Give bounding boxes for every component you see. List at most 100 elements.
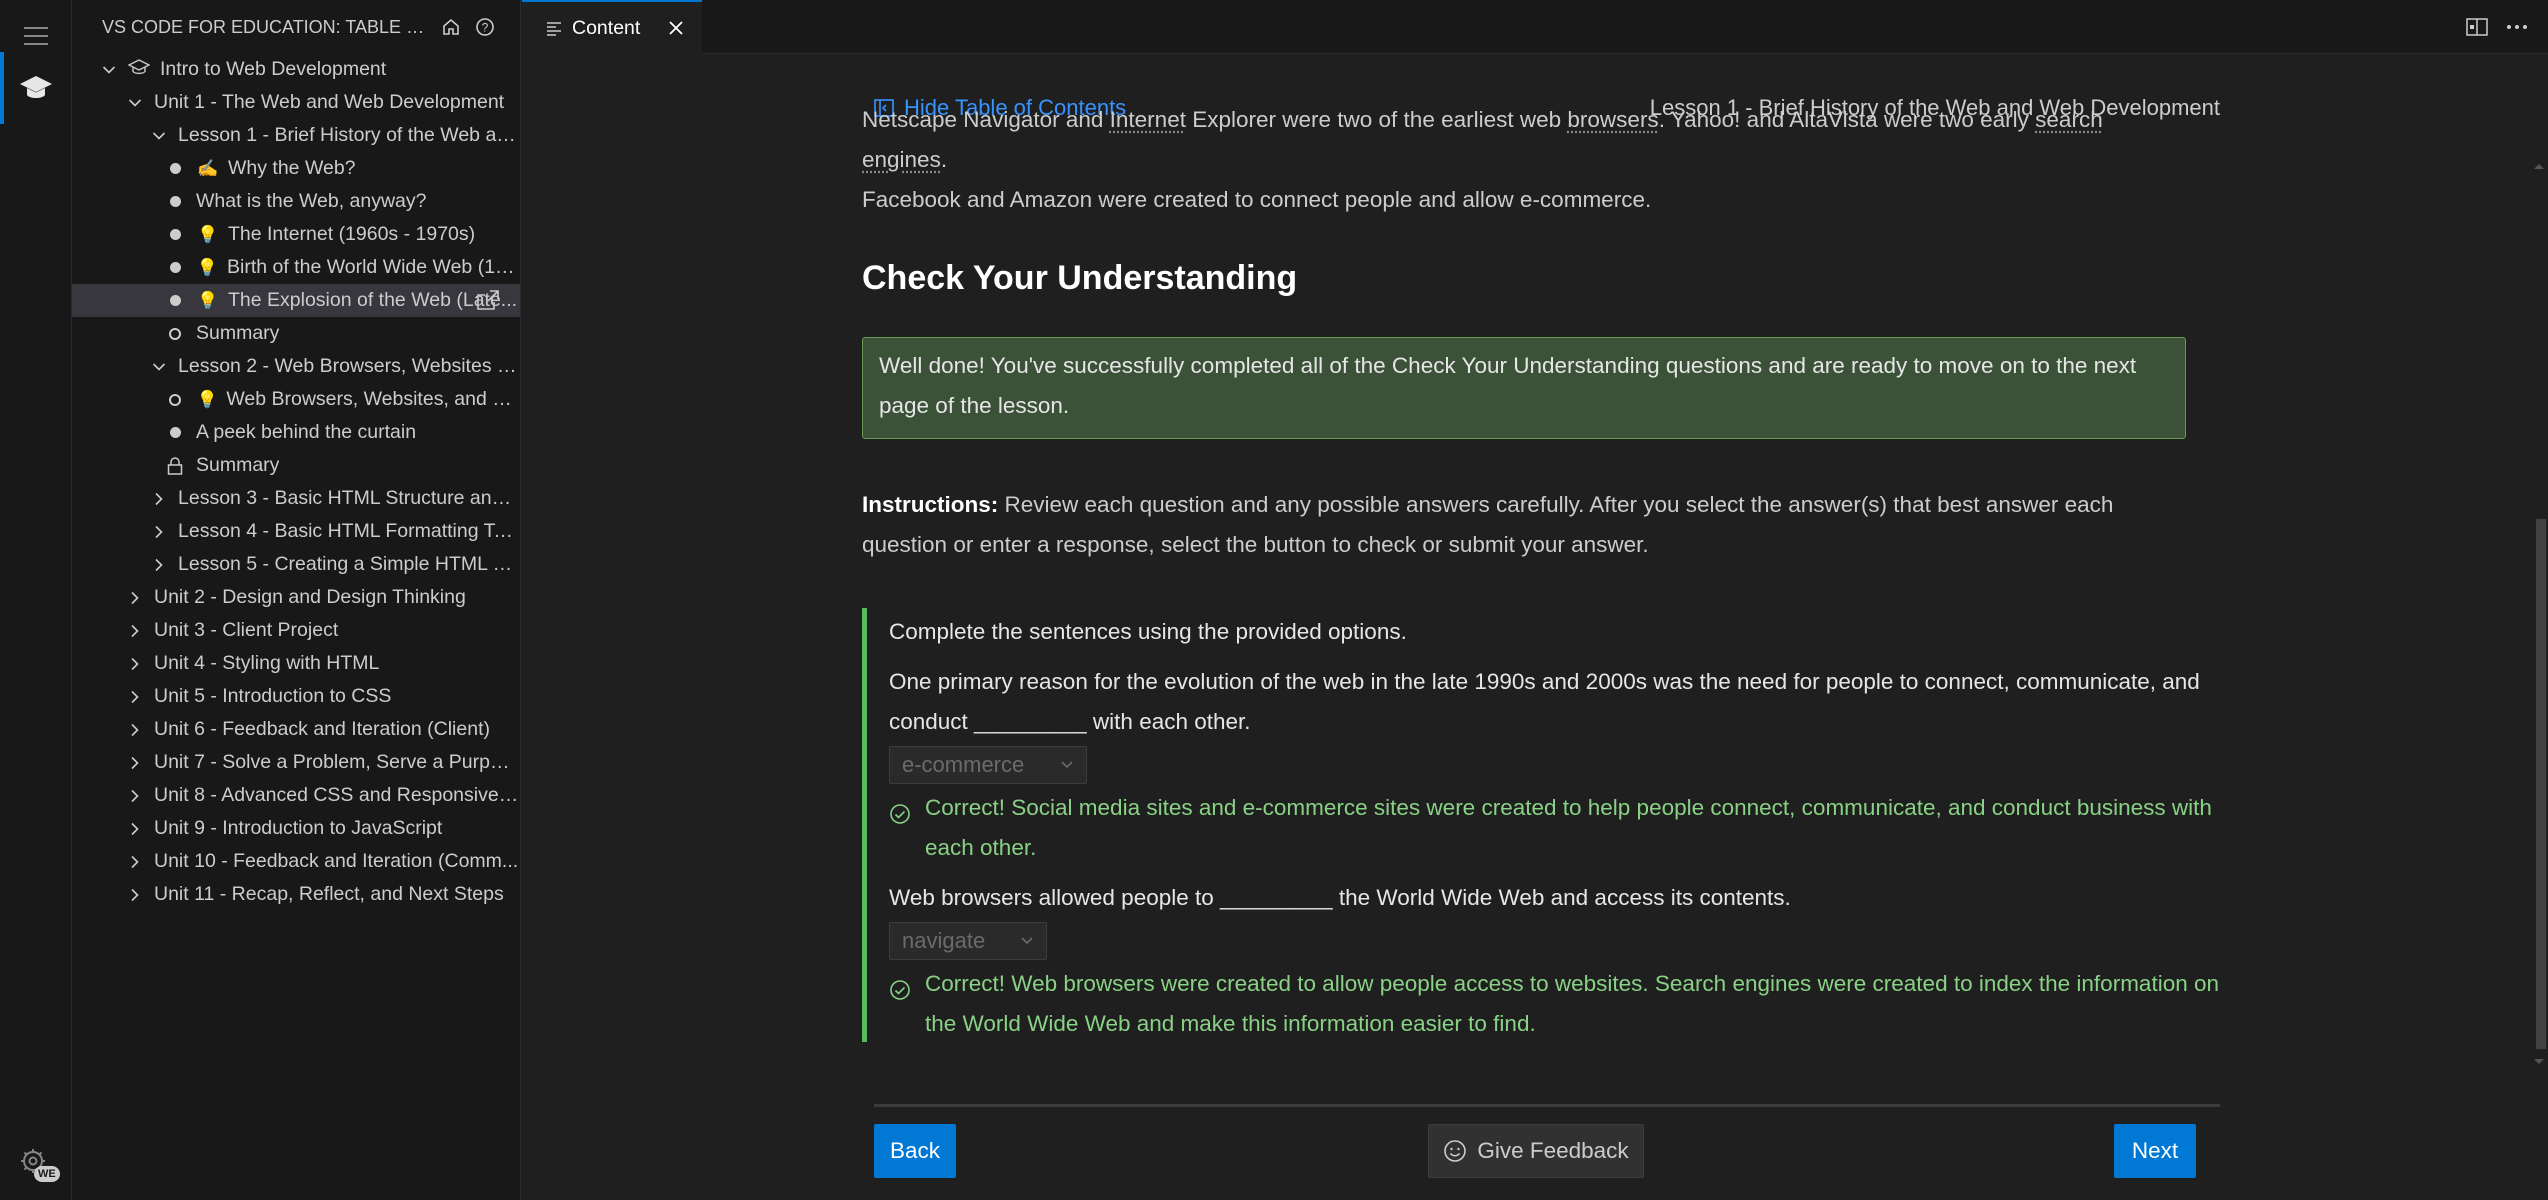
chevron-right-icon[interactable] [146,552,172,578]
home-icon[interactable] [436,12,466,42]
glossary-term-browsers[interactable]: browsers [1567,107,1658,132]
toc-item[interactable]: 💡 Web Browsers, Websites, and Dev... [72,383,520,416]
scrollbar[interactable] [2530,54,2548,1200]
completed-dot-icon [162,222,188,248]
completed-dot-icon [162,255,188,281]
lightbulb-icon: 💡 [197,290,219,310]
check-circle-icon [889,964,925,1044]
toc-item[interactable]: Summary [72,449,520,482]
manage-gear-button[interactable]: WE [0,1128,72,1200]
toc-item-label: Unit 4 - Styling with HTML [154,652,380,674]
toc-item-label: Unit 3 - Client Project [154,619,339,641]
toc-item[interactable]: Unit 3 - Client Project [72,614,520,647]
chevron-right-icon[interactable] [146,486,172,512]
toc-item[interactable]: Unit 7 - Solve a Problem, Serve a Purpos… [72,746,520,779]
sidebar: VS CODE FOR EDUCATION: TABLE OF CON... ?… [72,0,521,1200]
toc-item-label: Unit 1 - The Web and Web Development [154,91,505,113]
activity-bar: WE [0,0,72,1200]
completed-dot-icon [162,156,188,182]
chevron-right-icon[interactable] [122,717,148,743]
toc-item[interactable]: Lesson 5 - Creating a Simple HTML page [72,548,520,581]
toc-item[interactable]: Unit 5 - Introduction to CSS [72,680,520,713]
instructions-label: Instructions: [862,492,999,517]
chevron-right-icon[interactable] [122,684,148,710]
tab-content[interactable]: Content [522,0,702,54]
scroll-up-icon [2534,164,2544,169]
toc-item[interactable]: Lesson 3 - Basic HTML Structure and Tags [72,482,520,515]
toc-item-label: Lesson 4 - Basic HTML Formatting Tags ..… [178,520,520,542]
toc-item[interactable]: Intro to Web Development [72,53,520,86]
toc-item[interactable]: Summary [72,317,520,350]
toc-item-label: Unit 7 - Solve a Problem, Serve a Purpos… [154,751,520,773]
toc-item[interactable]: Unit 1 - The Web and Web Development [72,86,520,119]
chevron-down-icon [1021,937,1033,945]
lock-icon [162,453,188,479]
toc-item[interactable]: Unit 10 - Feedback and Iteration (Comm..… [72,845,520,878]
chevron-right-icon[interactable] [122,783,148,809]
toc-item-label: Unit 9 - Introduction to JavaScript [154,817,443,839]
give-feedback-button[interactable]: Give Feedback [1428,1124,1644,1178]
chevron-right-icon[interactable] [122,618,148,644]
question-1-feedback: Correct! Social media sites and e-commer… [889,788,2222,868]
intro-text: . [940,147,948,172]
tab-label: Content [572,16,641,39]
toc-item-label: Birth of the World Wide Web (199... [226,256,520,278]
toc-item[interactable]: Lesson 1 - Brief History of the Web and … [72,119,520,152]
toc-item[interactable]: Unit 2 - Design and Design Thinking [72,581,520,614]
toc-item-label: What is the Web, anyway? [196,190,427,212]
chevron-right-icon[interactable] [146,519,172,545]
sidebar-title: VS CODE FOR EDUCATION: TABLE OF CON... [102,16,432,37]
intro-line-2: Facebook and Amazon were created to conn… [862,187,1652,212]
lightbulb-icon: 💡 [197,224,219,244]
next-button[interactable]: Next [2114,1124,2196,1178]
incomplete-dot-icon [162,387,188,413]
toc-item[interactable]: 💡 The Explosion of the Web (Late... [72,284,520,317]
chevron-down-icon[interactable] [146,354,172,380]
more-actions-icon[interactable] [2504,14,2530,40]
toc-item[interactable]: Unit 9 - Introduction to JavaScript [72,812,520,845]
toc-item[interactable]: Unit 4 - Styling with HTML [72,647,520,680]
toc-item[interactable]: What is the Web, anyway? [72,185,520,218]
open-to-side-icon[interactable] [2464,14,2490,40]
chevron-down-icon[interactable] [96,57,122,83]
account-badge: WE [34,1166,60,1182]
chevron-right-icon[interactable] [122,651,148,677]
question-1-select[interactable]: e-commerce [889,746,1087,784]
intro-text: Netscape Navigator and [862,107,1110,132]
toc-item-label: The Internet (1960s - 1970s) [228,223,476,245]
question-2-select[interactable]: navigate [889,922,1047,960]
toc-item[interactable]: Lesson 2 - Web Browsers, Websites and... [72,350,520,383]
chevron-right-icon[interactable] [122,816,148,842]
back-button[interactable]: Back [874,1124,956,1178]
chevron-down-icon[interactable] [122,90,148,116]
scrollbar-thumb[interactable] [2536,519,2546,1049]
toc-item-label: Summary [196,322,280,344]
chevron-right-icon[interactable] [122,849,148,875]
glossary-term-internet[interactable]: Internet [1110,107,1186,132]
help-icon[interactable]: ? [470,12,500,42]
toc-item[interactable]: Unit 11 - Recap, Reflect, and Next Steps [72,878,520,911]
toc-item[interactable]: 💡 Birth of the World Wide Web (199... [72,251,520,284]
chevron-down-icon[interactable] [146,123,172,149]
question-1-feedback-text: Correct! Social media sites and e-commer… [925,795,2212,860]
education-view-button[interactable] [0,52,72,124]
toc-item[interactable]: ✍️ Why the Web? [72,152,520,185]
toc-item[interactable]: A peek behind the curtain [72,416,520,449]
chevron-right-icon[interactable] [122,882,148,908]
toc-item[interactable]: Unit 6 - Feedback and Iteration (Client) [72,713,520,746]
question-2-answer: navigate [902,928,986,953]
toc-item-label: A peek behind the curtain [196,421,417,443]
instructions-text: Review each question and any possible an… [862,492,2114,557]
editor-tab-bar: Content [522,0,2548,54]
close-icon[interactable] [664,16,688,40]
chevron-right-icon[interactable] [122,750,148,776]
toc-item[interactable]: 💡 The Internet (1960s - 1970s) [72,218,520,251]
open-external-icon[interactable] [476,289,500,317]
toc-item[interactable]: Lesson 4 - Basic HTML Formatting Tags ..… [72,515,520,548]
intro-paragraph: Netscape Navigator and Internet Explorer… [862,100,2192,180]
toc-item-label: Summary [196,454,280,476]
toc-item[interactable]: Unit 8 - Advanced CSS and Responsive ... [72,779,520,812]
toc-item-label: Unit 2 - Design and Design Thinking [154,586,466,608]
chevron-right-icon[interactable] [122,585,148,611]
instructions: Instructions: Review each question and a… [862,485,2196,565]
